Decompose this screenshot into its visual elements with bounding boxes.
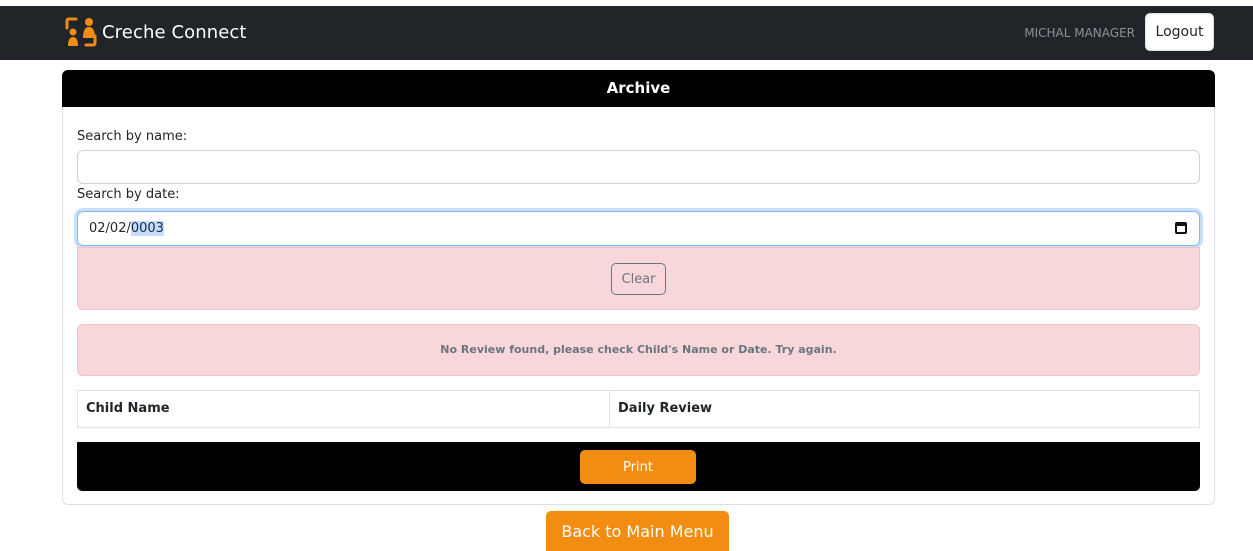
date-year-segment: 0003 (130, 221, 164, 236)
logout-button[interactable]: Logout (1145, 13, 1214, 51)
top-navbar: Creche Connect MICHAL MANAGER Logout (0, 6, 1253, 60)
no-review-alert: No Review found, please check Child's Na… (77, 324, 1200, 376)
search-date-label: Search by date: (77, 187, 180, 202)
back-to-main-menu-button[interactable]: Back to Main Menu (546, 511, 729, 551)
search-name-input[interactable] (77, 150, 1200, 184)
clear-button[interactable]: Clear (611, 263, 666, 295)
calendar-icon[interactable] (1175, 222, 1187, 234)
archive-card: Archive Search by name: Search by date: … (62, 70, 1215, 505)
brand[interactable]: Creche Connect (64, 14, 247, 50)
current-user-name: MICHAL MANAGER (1024, 26, 1135, 40)
print-bar: Print (77, 442, 1200, 491)
archive-title: Archive (62, 70, 1215, 107)
date-value-prefix: 02/02/ (89, 221, 131, 236)
search-name-label: Search by name: (77, 129, 188, 144)
review-table: Child Name Daily Review (77, 390, 1200, 428)
brand-name: Creche Connect (102, 21, 247, 43)
search-date-input[interactable]: 02/02/0003 (77, 211, 1200, 246)
clear-alert: Clear (77, 247, 1200, 310)
column-header-daily-review: Daily Review (618, 401, 713, 416)
column-header-child-name: Child Name (78, 391, 610, 427)
print-button[interactable]: Print (580, 450, 696, 484)
brand-logo-icon (65, 17, 97, 47)
